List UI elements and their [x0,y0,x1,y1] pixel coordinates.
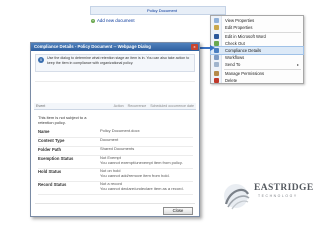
property-value: Shared Documents [100,146,135,151]
menu-item-label: Edit Properties [225,25,253,30]
eastridge-logo: EASTRIDGE TECHNOLOGY [214,182,314,218]
permissions-icon [214,71,219,76]
recurrence-column-header: Recurrence [127,104,147,108]
action-column-header: Action [113,104,124,108]
menu-item-label: Delete [225,78,238,83]
menu-item-label: Check Out [225,41,245,46]
scheduled-date-column-header: Scheduled occurrence date [150,104,194,108]
callout-arrow-icon [210,45,215,51]
menu-item-delete[interactable]: Delete [211,77,303,84]
property-value: Document [100,137,119,142]
menu-item-manage-permissions[interactable]: Manage Permissions [211,70,303,77]
compliance-details-dialog: Compliance Details - Policy Document -- … [30,42,200,217]
property-detail: You cannot exempt/unexempt item from pol… [100,160,183,165]
logo-wordmark: EASTRIDGE [254,183,314,193]
menu-item-label: Manage Permissions [225,71,265,76]
retention-columns: Action Recurrence Scheduled occurrence d… [114,103,194,110]
menu-item-edit-in-word[interactable]: Edit in Microsoft Word [211,33,303,40]
property-key: Name [38,129,50,134]
dialog-intro-panel: i Use the dialog to determine what reten… [35,54,195,72]
list-header: Policy Document [90,6,226,15]
menu-item-view-properties[interactable]: View Properties [211,17,303,24]
dialog-divider [35,81,195,101]
menu-item-label: View Properties [225,18,255,23]
menu-item-label: Send To [225,62,241,67]
delete-icon [214,78,219,83]
globe-swirl-icon [224,184,250,210]
event-column-header: Event [36,104,46,108]
menu-item-send-to[interactable]: Send To ▸ [211,61,303,68]
property-key: Folder Path [38,147,62,152]
dialog-footer-divider [35,203,195,204]
property-value: Policy Document.docx [100,128,140,133]
plus-icon: + [91,18,95,23]
menu-item-label: Edit in Microsoft Word [225,34,266,39]
property-key: Record Status [38,182,67,187]
info-icon: i [38,57,44,63]
list-title: Policy Document [147,8,178,13]
dialog-title-bar[interactable]: Compliance Details - Policy Document -- … [31,43,199,51]
property-detail: You cannot declare/undeclare item as a r… [100,186,184,191]
logo-tagline: TECHNOLOGY [258,194,298,198]
close-icon[interactable]: x [191,44,198,50]
retention-event-header: Event Action Recurrence Scheduled occurr… [34,103,196,110]
menu-item-check-out[interactable]: Check Out [211,40,303,47]
property-key: Hold Status [38,169,62,174]
edit-icon [214,25,219,30]
dialog-title: Compliance Details - Policy Document -- … [34,44,151,49]
add-new-document-label: Add new document [97,18,135,23]
table-row: Record Status Not a record You cannot de… [38,181,193,195]
property-key: Content Type [38,138,65,143]
property-key: Exemption Status [38,156,74,161]
property-detail: You cannot add/remove item from hold. [100,173,170,178]
menu-item-edit-properties[interactable]: Edit Properties [211,24,303,31]
properties-table: Name Policy Document.docx Content Type D… [38,128,193,195]
close-button[interactable]: Close [163,207,193,215]
chevron-right-icon: ▸ [296,62,299,67]
menu-item-label: Workflows [225,55,245,60]
retention-note: This item is not subject to a retention … [38,115,87,125]
properties-icon [214,18,219,23]
menu-item-workflows[interactable]: Workflows [211,54,303,61]
send-icon [214,62,219,67]
word-icon [214,34,219,39]
menu-item-label: Compliance Details [225,48,262,53]
workflow-icon [214,55,219,60]
add-new-document-link[interactable]: + Add new document [91,18,135,23]
menu-item-compliance-details[interactable]: Compliance Details [210,46,304,55]
item-context-menu: View Properties Edit Properties Edit in … [210,15,304,84]
dialog-intro-text: Use the dialog to determine what retenti… [47,56,190,65]
